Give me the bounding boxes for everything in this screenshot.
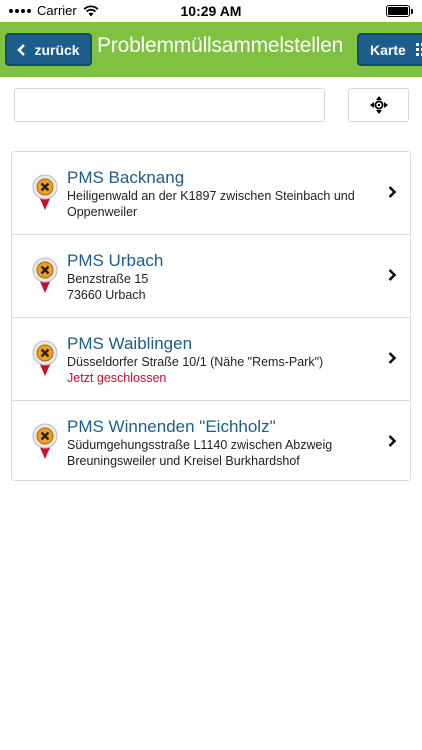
location-pin-icon [32,423,58,459]
list-item[interactable]: PMS Backnang Heiligenwald an der K1897 z… [12,152,410,235]
location-pin-icon [32,257,58,293]
list-item[interactable]: PMS Waiblingen Düsseldorfer Straße 10/1 … [12,318,410,401]
location-title: PMS Urbach [67,251,164,270]
back-button[interactable]: zurück [5,33,92,66]
location-address: Heiligenwald an der K1897 zwischen Stein… [67,189,355,203]
status-text: Jetzt geschlossen [67,371,167,385]
navigation-bar: zurück Problemmüllsammelstellen Karte [0,22,422,77]
chevron-right-icon [388,269,397,281]
location-address: Düsseldorfer Straße 10/1 (Nähe "Rems-Par… [67,355,324,369]
search-input[interactable] [14,88,325,122]
location-address: 73660 Urbach [67,288,146,302]
locate-button[interactable] [348,88,409,122]
chevron-right-icon [388,186,397,198]
grid-icon [415,43,422,56]
crosshair-icon [369,96,388,114]
location-address: Oppenweiler [67,205,138,219]
location-address: Südumgehungsstraße L1140 zwischen Abzwei… [67,438,333,452]
chevron-right-icon [388,435,397,447]
clock: 10:29 AM [180,3,242,19]
location-title: PMS Winnenden "Eichholz" [67,417,276,436]
location-address: Breuningsweiler und Kreisel Burkhardshof [67,454,300,468]
chevron-right-icon [388,352,397,364]
list-item[interactable]: PMS Winnenden "Eichholz" Südumgehungsstr… [12,401,410,481]
location-address: Benzstraße 15 [67,272,149,286]
list-item[interactable]: PMS Urbach Benzstraße 15 73660 Urbach [12,235,410,318]
location-title: PMS Waiblingen [67,334,193,353]
status-bar: Carrier 10:29 AM [0,0,422,22]
chevron-left-icon [17,43,26,56]
location-pin-icon [32,340,58,376]
map-button-label: Karte [370,41,406,58]
page-title: Problemmüllsammelstellen [97,34,344,57]
location-pin-icon [32,174,58,210]
location-title: PMS Backnang [67,168,185,187]
map-button[interactable]: Karte [357,33,422,66]
battery-icon [386,5,413,17]
location-list: PMS Backnang Heiligenwald an der K1897 z… [11,151,411,481]
back-button-label: zurück [34,41,80,58]
